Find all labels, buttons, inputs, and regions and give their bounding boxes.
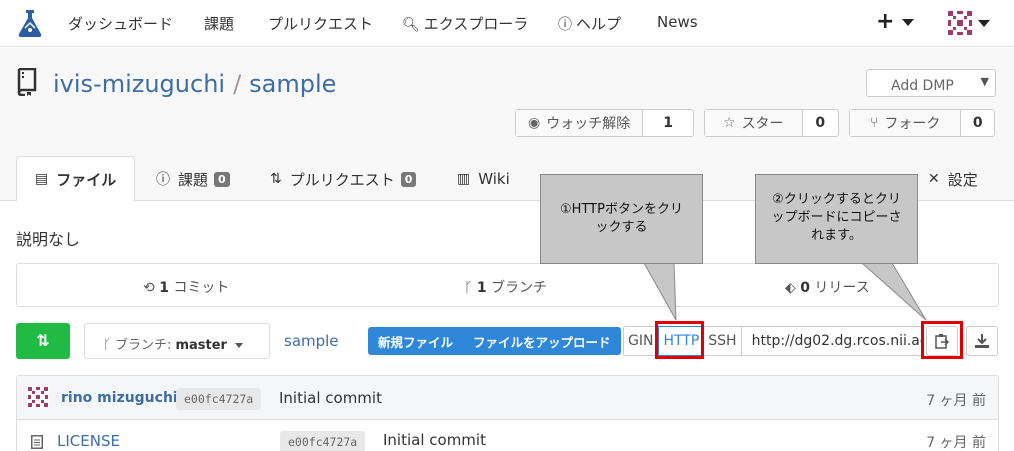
file-commit-message[interactable]: Initial commit [383,431,486,449]
file-text-icon [31,435,43,449]
file-name-link[interactable]: LICENSE [57,432,120,450]
commit-time: 7 ヶ月 前 [926,393,986,409]
file-row: LICENSE e00fc4727a Initial commit 7 ヶ月 前 [17,420,998,451]
file-table: rino mizuguchi e00fc4727a Initial commit… [16,375,999,451]
latest-commit-row: rino mizuguchi e00fc4727a Initial commit… [17,376,998,420]
callout-http-text: ①HTTPボタンをクリックする [560,202,683,235]
callout-copy: ②クリックするとクリップボードにコピーされます。 [755,174,918,264]
commit-author-link[interactable]: rino mizuguchi [61,390,178,406]
author-avatar-icon[interactable] [27,386,49,408]
callout-http: ①HTTPボタンをクリックする [540,174,703,264]
commit-sha-link[interactable]: e00fc4727a [176,388,262,410]
callout-copy-text: ②クリックするとクリップボードにコピーされます。 [771,192,902,243]
file-commit-time: 7 ヶ月 前 [926,435,986,451]
commit-message: Initial commit [279,389,382,407]
file-commit-sha-link[interactable]: e00fc4727a [280,431,366,451]
